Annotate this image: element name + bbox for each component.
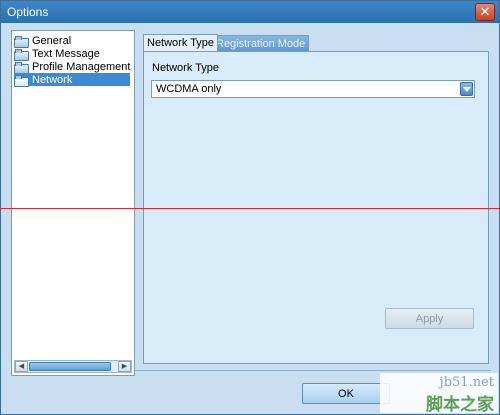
apply-button[interactable]: Apply	[385, 308, 474, 329]
folder-icon	[14, 48, 29, 61]
tree-item-label: Network	[32, 73, 73, 86]
tab-network-type[interactable]: Network Type	[143, 34, 219, 51]
tree-item-network[interactable]: Network	[14, 73, 130, 87]
folder-icon	[14, 61, 29, 74]
tree-item-label: General	[32, 34, 72, 47]
window-title: Options	[7, 5, 49, 19]
network-type-label: Network Type	[152, 62, 220, 74]
tree-horizontal-scrollbar[interactable]: ◀ ▶	[14, 360, 132, 373]
chevron-down-icon[interactable]	[460, 82, 473, 96]
scroll-left-button[interactable]: ◀	[15, 361, 28, 372]
dialog-body: General Text Message Profile Management …	[5, 24, 495, 412]
ok-button[interactable]: OK	[302, 383, 390, 404]
folder-open-icon	[14, 74, 29, 87]
scrollbar-thumb[interactable]	[29, 362, 111, 371]
tree-item-general[interactable]: General	[14, 34, 73, 48]
footer-separator	[135, 370, 491, 371]
ok-button-label: OK	[338, 387, 354, 400]
network-type-value: WCDMA only	[156, 83, 222, 95]
watermark-url: jb51.net	[439, 375, 494, 390]
watermark-text: 脚本之家	[426, 395, 494, 415]
arrow-left-icon: ◀	[18, 363, 25, 370]
folder-icon	[14, 35, 29, 48]
tree-item-profile-management[interactable]: Profile Management	[14, 60, 132, 74]
tree-item-label: Profile Management	[32, 60, 131, 73]
site-watermark: jb51.net 脚本之家	[380, 373, 498, 415]
tree-item-label: Text Message	[32, 47, 100, 60]
title-bar[interactable]: Options ✕	[1, 1, 499, 23]
overlay-guide-line	[0, 208, 500, 209]
network-type-select[interactable]: WCDMA only	[151, 80, 475, 98]
close-icon: ✕	[479, 4, 491, 19]
arrow-right-icon: ▶	[121, 363, 128, 370]
options-tree: General Text Message Profile Management …	[11, 30, 135, 376]
scroll-right-button[interactable]: ▶	[118, 361, 131, 372]
close-button[interactable]: ✕	[475, 3, 495, 21]
tab-label: Registration Mode	[216, 37, 306, 50]
tab-registration-mode[interactable]: Registration Mode	[212, 35, 310, 51]
apply-button-label: Apply	[415, 312, 444, 325]
tab-label: Network Type	[147, 37, 215, 49]
tree-item-text-message[interactable]: Text Message	[14, 47, 102, 61]
